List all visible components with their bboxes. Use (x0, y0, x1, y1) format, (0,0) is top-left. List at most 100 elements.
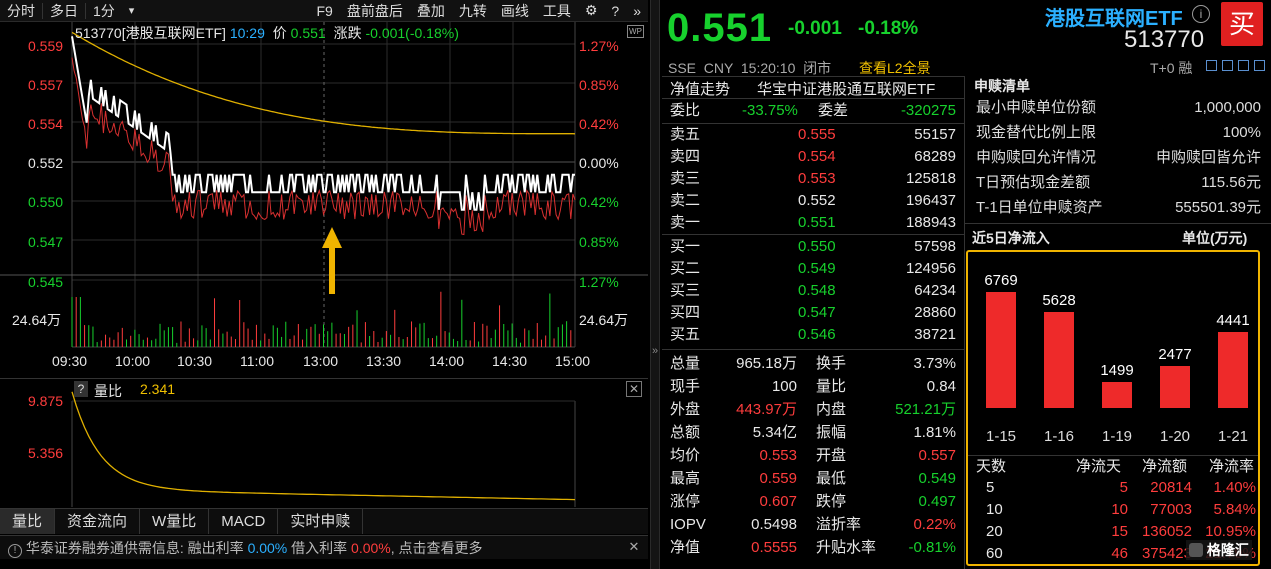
ask-level-row[interactable]: 卖五 0.555 55157 (662, 124, 962, 146)
buy-button[interactable]: 买 (1221, 2, 1263, 46)
help-icon[interactable]: ? (604, 3, 626, 19)
tab-fund-flow[interactable]: 资金流向 (55, 509, 141, 534)
stat-value: 521.21万 (895, 401, 956, 418)
nav-trend-tab[interactable]: 净值走势 (670, 78, 730, 99)
stat-label: 总量 (670, 355, 701, 372)
creation-value: 申购赎回皆允许 (1155, 149, 1261, 166)
bid-level-row[interactable]: 买一 0.550 57598 (662, 236, 962, 258)
tab-intraday[interactable]: 分时 (0, 1, 42, 21)
x-label: 14:00 (429, 353, 465, 369)
weibi-value: -33.75% (742, 102, 798, 119)
settings-icon[interactable]: ⚙ (578, 2, 605, 19)
weicha-label: 委差 (818, 102, 849, 119)
ask-level-row[interactable]: 卖四 0.554 68289 (662, 146, 962, 168)
collapse-icon[interactable]: » (652, 345, 658, 357)
x-label: 15:00 (555, 353, 591, 369)
flow-net-days: 46 (1111, 545, 1128, 562)
ask-level-row[interactable]: 卖一 0.551 188943 (662, 212, 962, 234)
settings-icon[interactable] (1238, 60, 1249, 71)
stat-row: 均价 0.553 开盘 0.557 (662, 445, 962, 467)
level-label: 买二 (670, 260, 701, 277)
ask-level-row[interactable]: 卖三 0.553 125818 (662, 168, 962, 190)
draw-line-button[interactable]: 画线 (494, 1, 536, 21)
flow-net-amount: 20814 (1150, 479, 1192, 496)
bid-level-row[interactable]: 买四 0.547 28860 (662, 302, 962, 324)
market-meta: SSE CNY 15:20:10 闭市 (668, 60, 832, 76)
level-price: 0.551 (798, 214, 836, 231)
f9-button[interactable]: F9 (310, 3, 340, 19)
tab-multiday[interactable]: 多日 (43, 1, 85, 21)
menu-icon[interactable] (1254, 60, 1265, 71)
stat-label: IOPV (670, 516, 706, 533)
margin-lend-label: 融出利率 (187, 540, 244, 556)
margin-borrow-label: 借入利率 (291, 540, 348, 556)
creation-row: 现金替代比例上限 100% (970, 121, 1265, 145)
level-volume: 188943 (905, 214, 956, 231)
panel-divider[interactable]: » (650, 0, 660, 569)
margin-info-bar[interactable]: ! 华泰证券融券通供需信息: 融出利率 0.00% 借入利率 0.00%, 点击… (0, 535, 648, 559)
period-dropdown[interactable]: ▾ (122, 4, 142, 17)
help-icon[interactable]: ? (74, 381, 88, 397)
chart-header-code: 513770[港股互联网ETF] (75, 25, 226, 41)
tools-button[interactable]: 工具 (536, 1, 578, 21)
stat-value: 0.22% (913, 516, 956, 533)
window-icon[interactable] (1222, 60, 1233, 71)
bid-level-row[interactable]: 买三 0.548 64234 (662, 280, 962, 302)
inflow-bar-value: 4441 (1216, 312, 1250, 330)
level-price: 0.548 (798, 282, 836, 299)
volume-ratio-panel[interactable]: ? 量比 2.341 ✕ 9.875 5.356 (0, 378, 648, 508)
header-net-days: 净流天 (1076, 458, 1122, 475)
bid-level-row[interactable]: 买二 0.549 124956 (662, 258, 962, 280)
chart-header-price-label: 价 (272, 25, 287, 41)
price-chart[interactable]: 513770[港股互联网ETF] 10:29 价 0.551 涨跌 -0.001… (0, 22, 648, 378)
volume-ratio-title: 量比 (94, 383, 122, 399)
price-change-pct: -0.18% (858, 18, 919, 39)
overlay-button[interactable]: 叠加 (410, 1, 452, 21)
inflow-bar (986, 292, 1016, 408)
expand-icon[interactable]: » (626, 3, 648, 19)
stat-label: 现手 (670, 378, 701, 395)
creation-key: 申购赎回允许情况 (976, 149, 1097, 166)
tab-macd[interactable]: MACD (209, 509, 279, 534)
close-icon[interactable]: ✕ (626, 381, 642, 397)
info-icon[interactable]: i (1192, 5, 1210, 23)
y-right-label: 0.00% (579, 155, 619, 171)
level-volume: 57598 (914, 238, 956, 255)
inflow-bar-value: 2477 (1158, 345, 1192, 363)
tab-realtime-creation[interactable]: 实时申赎 (278, 509, 364, 534)
nine-turn-button[interactable]: 九转 (452, 1, 494, 21)
flow-row: 10 10 77003 5.84% (968, 499, 1258, 521)
tab-volume-ratio[interactable]: 量比 (0, 509, 56, 534)
level-price: 0.554 (798, 148, 836, 165)
l2-panorama-link[interactable]: 查看L2全景 (859, 58, 931, 78)
inflow-date-label: 1-19 (1101, 428, 1133, 445)
price-line (71, 36, 575, 211)
creation-row: 最小申赎单位份额 1,000,000 (970, 96, 1265, 120)
level-volume: 125818 (905, 170, 956, 187)
chart-header-change: -0.001(-0.18%) (365, 25, 459, 41)
tab-w-volume-ratio[interactable]: W量比 (140, 509, 210, 534)
net-inflow-title: 近5日净流入 (972, 230, 1050, 246)
weibi-label: 委比 (670, 102, 701, 119)
ask-level-row[interactable]: 卖二 0.552 196437 (662, 190, 962, 212)
info-icon: ! (8, 544, 22, 558)
chart-header-time: 10:29 (229, 25, 265, 41)
stat-label: 升贴水率 (816, 539, 877, 556)
wp-icon[interactable]: WP (627, 25, 644, 38)
close-icon[interactable]: ✕ (626, 539, 642, 555)
tab-1min[interactable]: 1分 (86, 1, 122, 21)
edit-icon[interactable] (1206, 60, 1217, 71)
inflow-date-label: 1-15 (985, 428, 1017, 445)
flow-net-amount: 136052 (1141, 523, 1192, 540)
stat-value: 1.81% (913, 424, 956, 441)
view-more-link[interactable]: 点击查看更多 (399, 540, 483, 556)
stat-label: 最高 (670, 470, 701, 487)
bid-level-row[interactable]: 买五 0.546 38721 (662, 324, 962, 346)
flow-row: 5 5 20814 1.40% (968, 477, 1258, 499)
inflow-date-label: 1-16 (1043, 428, 1075, 445)
level-price: 0.552 (798, 192, 836, 209)
security-code: 513770 (1124, 26, 1205, 53)
premarket-button[interactable]: 盘前盘后 (340, 1, 410, 21)
y-right-label: 1.27% (579, 38, 619, 54)
x-label: 14:30 (492, 353, 528, 369)
